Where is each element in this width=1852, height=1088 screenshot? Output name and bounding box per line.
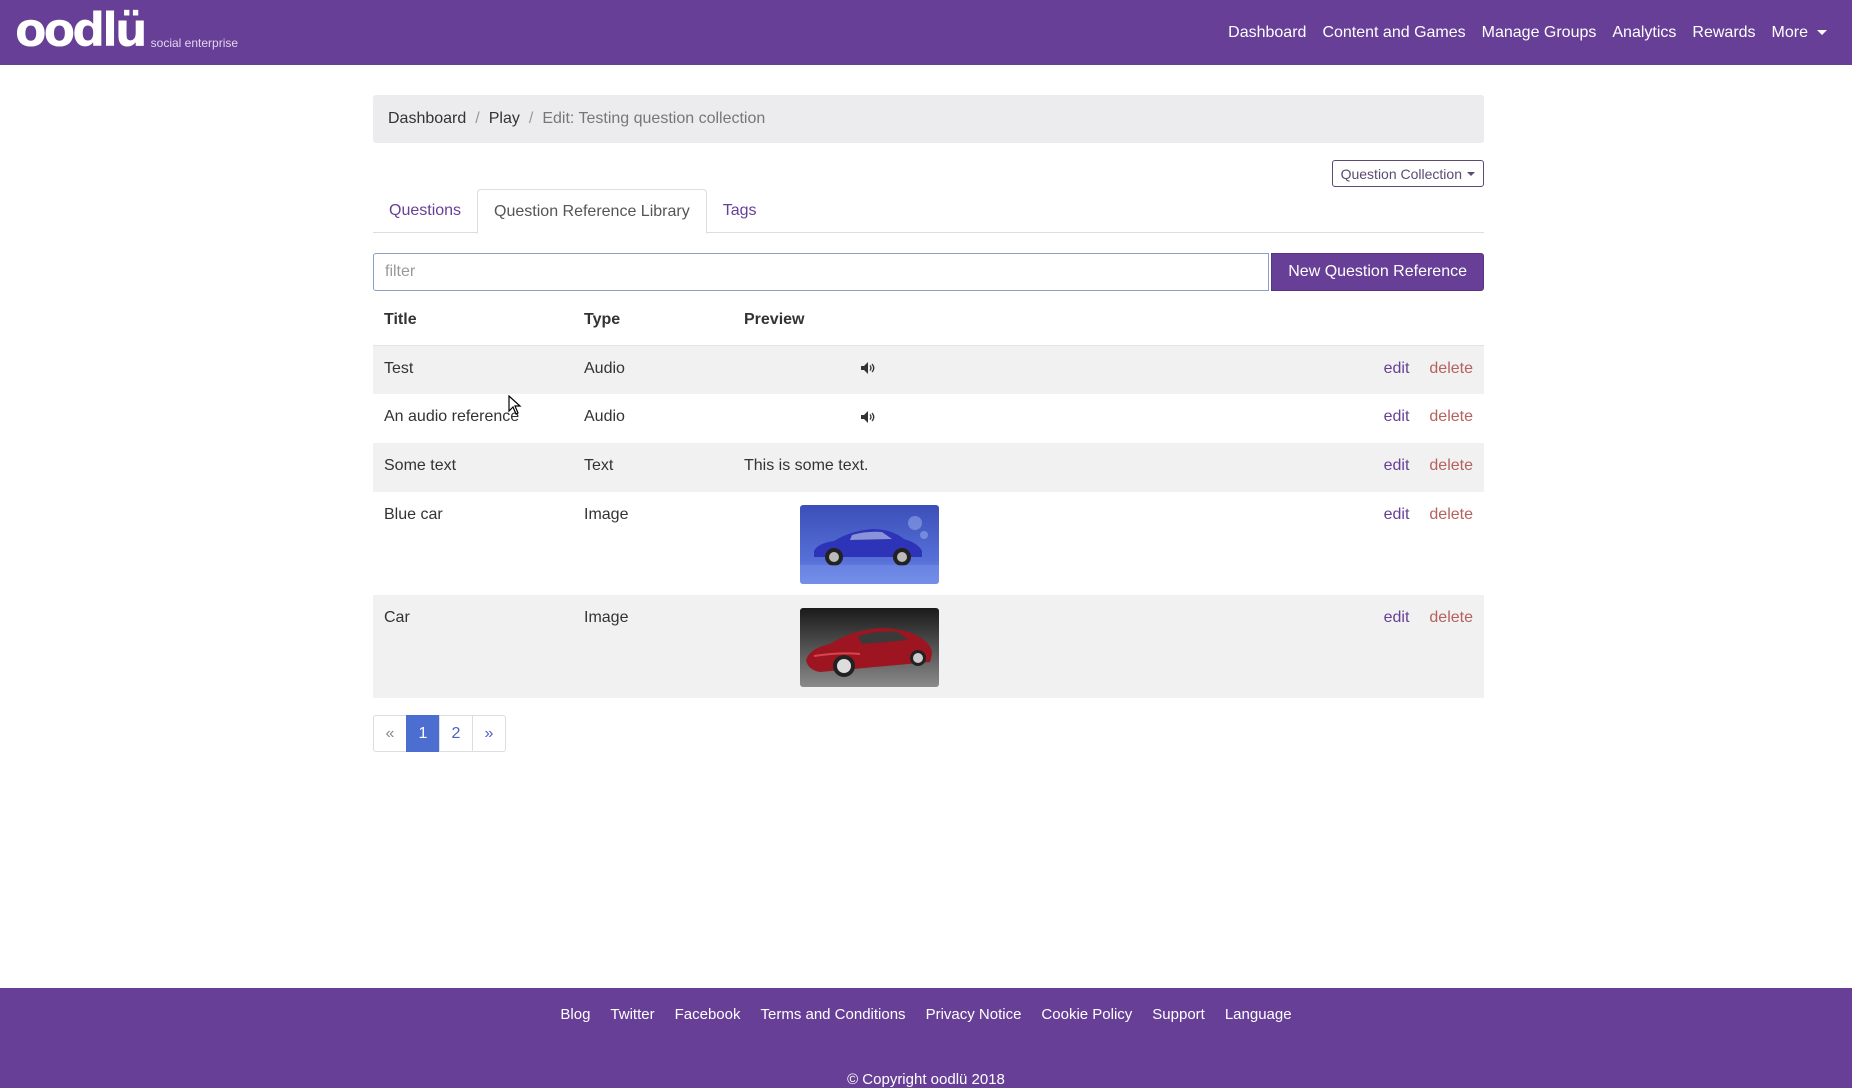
cell-title: Test xyxy=(373,345,573,394)
footer-language[interactable]: Language xyxy=(1225,1006,1292,1023)
cell-preview xyxy=(733,394,1229,443)
brand-logo-link[interactable]: oodlü social enterprise xyxy=(15,3,239,57)
table-row: Car Image edit delete xyxy=(373,595,1484,698)
blue-car-thumbnail[interactable] xyxy=(800,505,939,584)
caret-down-icon xyxy=(1817,29,1827,35)
breadcrumb-separator: / xyxy=(475,110,480,127)
tab-tags[interactable]: Tags xyxy=(707,189,773,233)
cell-type: Audio xyxy=(573,345,733,394)
cell-type: Audio xyxy=(584,408,625,425)
breadcrumb-separator: / xyxy=(528,110,534,127)
speaker-icon xyxy=(861,410,875,423)
pagination-page-1[interactable]: 1 xyxy=(406,715,440,752)
edit-link[interactable]: edit xyxy=(1384,360,1410,377)
speaker-icon xyxy=(861,362,875,375)
footer: Blog Twitter Facebook Terms and Conditio… xyxy=(0,988,1852,1088)
delete-link[interactable]: delete xyxy=(1429,609,1473,626)
red-car-thumbnail[interactable] xyxy=(800,608,939,687)
pagination-page-2[interactable]: 2 xyxy=(439,715,473,752)
main-container: Dashboard / Play / Edit: Testing questio… xyxy=(373,95,1484,752)
edit-link[interactable]: edit xyxy=(1384,408,1410,425)
nav-analytics[interactable]: Analytics xyxy=(1612,24,1676,42)
cell-actions: edit delete xyxy=(1229,595,1484,698)
nav-more-label: More xyxy=(1771,23,1808,41)
brand-logo: oodlü xyxy=(15,3,148,57)
cell-actions: edit delete xyxy=(1229,394,1484,443)
breadcrumb-current: Edit: Testing question collection xyxy=(542,110,766,127)
cell-title: Car xyxy=(373,595,573,698)
pagination-next[interactable]: » xyxy=(472,715,506,752)
nav-more-dropdown[interactable]: More xyxy=(1772,24,1827,42)
cell-actions: edit delete xyxy=(1229,443,1484,492)
brand-tagline: social enterprise xyxy=(150,36,239,50)
tabs: Questions Question Reference Library Tag… xyxy=(373,189,1484,234)
nav-dashboard[interactable]: Dashboard xyxy=(1228,24,1306,42)
breadcrumb: Dashboard / Play / Edit: Testing questio… xyxy=(373,95,1484,143)
table-row: An audio reference Audio edit delete xyxy=(373,394,1484,443)
tab-question-reference-library[interactable]: Question Reference Library xyxy=(477,189,707,234)
footer-support[interactable]: Support xyxy=(1152,1006,1205,1023)
cell-preview xyxy=(733,492,1229,595)
new-question-reference-button[interactable]: New Question Reference xyxy=(1271,253,1484,291)
nav-rewards[interactable]: Rewards xyxy=(1692,24,1755,42)
cell-type: Text xyxy=(573,443,733,492)
header-actions xyxy=(1229,295,1484,346)
header-preview: Preview xyxy=(733,295,1230,346)
footer-blog[interactable]: Blog xyxy=(560,1006,590,1023)
footer-links: Blog Twitter Facebook Terms and Conditio… xyxy=(0,1006,1852,1023)
cell-type: Image xyxy=(584,506,629,523)
delete-link[interactable]: delete xyxy=(1429,506,1473,523)
nav-manage-groups[interactable]: Manage Groups xyxy=(1482,24,1597,42)
copyright: © Copyright oodlü 2018 xyxy=(847,1071,1005,1088)
footer-cookie-policy[interactable]: Cookie Policy xyxy=(1041,1006,1132,1023)
pagination: « 1 2 » xyxy=(373,715,1484,752)
cell-preview xyxy=(733,595,1230,698)
cell-title: An audio reference xyxy=(384,408,520,425)
cell-actions: edit delete xyxy=(1229,492,1484,595)
table-row: Test Audio edit delete xyxy=(373,345,1484,394)
top-navbar: oodlü social enterprise Dashboard Conten… xyxy=(0,0,1852,65)
audio-play-button[interactable] xyxy=(860,408,876,426)
delete-link[interactable]: delete xyxy=(1429,457,1473,474)
question-collection-dropdown[interactable]: Question Collection xyxy=(1331,160,1484,187)
edit-link[interactable]: edit xyxy=(1384,457,1410,474)
question-collection-label: Question Collection xyxy=(1340,165,1462,182)
cell-actions: edit delete xyxy=(1229,345,1484,394)
breadcrumb-dashboard[interactable]: Dashboard xyxy=(388,110,466,128)
cell-preview-text: This is some text. xyxy=(733,443,1230,492)
question-reference-table: Title Type Preview Test Audio edit delete xyxy=(373,295,1484,698)
cell-type: Image xyxy=(573,595,733,698)
cell-title: Blue car xyxy=(384,506,443,523)
collection-actions-row: Question Collection xyxy=(373,143,1484,189)
footer-terms[interactable]: Terms and Conditions xyxy=(760,1006,905,1023)
edit-link[interactable]: edit xyxy=(1384,609,1410,626)
cell-title: Some text xyxy=(373,443,573,492)
table-header-row: Title Type Preview xyxy=(373,295,1484,346)
table-row: Some text Text This is some text. edit de… xyxy=(373,443,1484,492)
nav-content-and-games[interactable]: Content and Games xyxy=(1322,24,1465,42)
header-type[interactable]: Type xyxy=(573,295,733,346)
audio-play-button[interactable] xyxy=(860,360,876,378)
footer-twitter[interactable]: Twitter xyxy=(610,1006,654,1023)
edit-link[interactable]: edit xyxy=(1384,506,1410,523)
footer-facebook[interactable]: Facebook xyxy=(675,1006,741,1023)
table-row: Blue car Image edit delete xyxy=(373,492,1484,595)
filter-row: New Question Reference xyxy=(373,253,1484,291)
pagination-prev[interactable]: « xyxy=(373,715,407,752)
footer-privacy[interactable]: Privacy Notice xyxy=(926,1006,1022,1023)
caret-down-icon xyxy=(1467,171,1475,176)
nav-links: Dashboard Content and Games Manage Group… xyxy=(1212,0,1827,65)
header-title[interactable]: Title xyxy=(373,295,573,346)
delete-link[interactable]: delete xyxy=(1429,408,1473,425)
breadcrumb-play[interactable]: Play xyxy=(489,110,520,128)
tab-questions[interactable]: Questions xyxy=(373,189,477,233)
cell-preview xyxy=(733,345,1230,394)
delete-link[interactable]: delete xyxy=(1429,360,1473,377)
mouse-pointer-icon xyxy=(508,395,522,415)
filter-input[interactable] xyxy=(373,253,1270,291)
